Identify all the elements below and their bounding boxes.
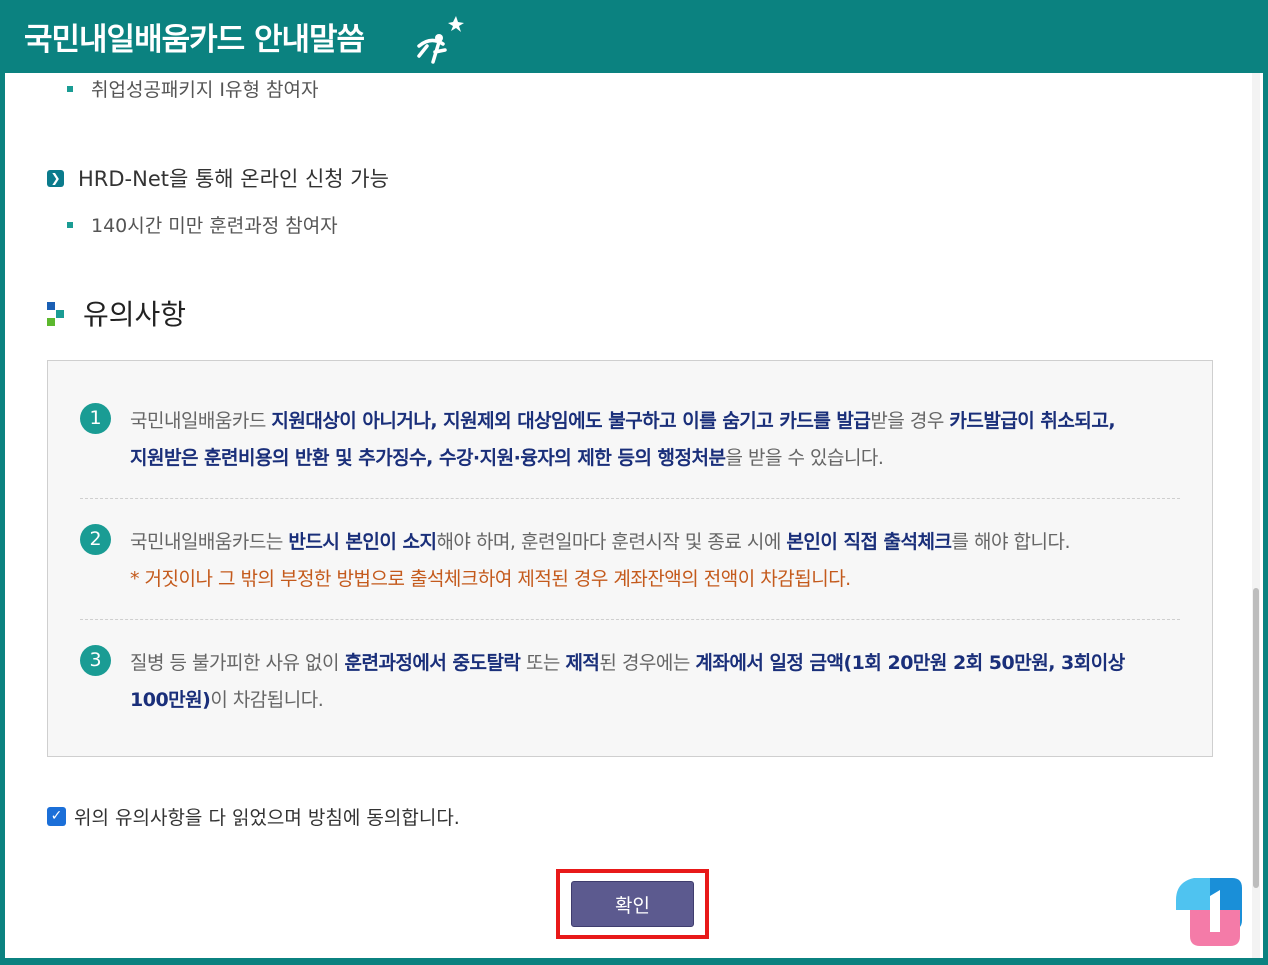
dialog-header: 국민내일배움카드 안내말씀 — [0, 0, 1268, 73]
list-item: 140시간 미만 훈련과정 참여자 — [67, 211, 338, 238]
dialog-title: 국민내일배움카드 안내말씀 — [24, 22, 365, 58]
section-title: 유의사항 — [47, 293, 186, 333]
list-item: 취업성공패키지 Ⅰ유형 참여자 — [67, 75, 318, 102]
plain-text: 을 받을 수 있습니다. — [725, 447, 884, 469]
agree-checkbox[interactable]: ✓ — [47, 807, 66, 826]
plain-text: 국민내일배움카드는 — [130, 531, 289, 553]
number-badge: 3 — [80, 645, 111, 676]
number-badge: 2 — [80, 524, 111, 555]
running-figure-icon — [417, 16, 464, 64]
divider — [80, 498, 1180, 499]
plain-text: 국민내일배움카드 — [130, 410, 272, 432]
scrollbar[interactable] — [1252, 73, 1260, 958]
emphasis-text: 카드발급이 취소되고, — [949, 410, 1116, 432]
notice-line: 질병 등 불가피한 사유 없이 훈련과정에서 중도탈락 또는 제적된 경우에는 … — [130, 645, 1190, 682]
confirm-button[interactable]: 확인 — [571, 881, 694, 927]
plain-text: 이 차감됩니다. — [210, 689, 324, 711]
divider — [80, 619, 1180, 620]
dialog-content: 취업성공패키지 Ⅰ유형 참여자 ❯ HRD-Net을 통해 온라인 신청 가능 1… — [5, 73, 1263, 958]
notice-line: 100만원)이 차감됩니다. — [130, 682, 1190, 719]
plain-text: 를 해야 합니다. — [951, 531, 1070, 553]
arrow-right-icon: ❯ — [47, 169, 64, 187]
plain-text: 또는 — [520, 652, 566, 674]
notice-line: 국민내일배움카드는 반드시 본인이 소지해야 하며, 훈련일마다 훈련시작 및 … — [130, 524, 1190, 561]
notice-line: 지원받은 훈련비용의 반환 및 추가징수, 수강·지원·융자의 제한 등의 행정… — [130, 440, 1190, 477]
plain-text: 질병 등 불가피한 사유 없이 — [130, 652, 345, 674]
bullet-square-icon — [67, 221, 73, 228]
scroll-thumb[interactable] — [1253, 588, 1259, 888]
dialog-bottom-border — [0, 958, 1268, 965]
emphasis-text: 100만원) — [130, 689, 211, 711]
agree-label: 위의 유의사항을 다 읽었으며 방침에 동의합니다. — [74, 807, 460, 829]
notice-box: 1 국민내일배움카드 지원대상이 아니거나, 지원제외 대상임에도 불구하고 이… — [47, 360, 1213, 757]
warning-text: * 거짓이나 그 밖의 부정한 방법으로 출석체크하여 제적된 경우 계좌잔액의… — [130, 568, 851, 590]
emphasis-text: 훈련과정에서 중도탈락 — [344, 652, 521, 674]
highlight-frame: 확인 — [556, 869, 709, 939]
online-apply-heading: ❯ HRD-Net을 통해 온라인 신청 가능 — [47, 163, 389, 193]
emphasis-text: 제적 — [565, 652, 600, 674]
plain-text: 받을 경우 — [870, 410, 950, 432]
agree-checkbox-row[interactable]: ✓ 위의 유의사항을 다 읽었으며 방침에 동의합니다. — [47, 803, 460, 830]
number-badge: 1 — [80, 403, 111, 434]
emphasis-text: 지원받은 훈련비용의 반환 및 추가징수, 수강·지원·융자의 제한 등의 행정… — [130, 447, 726, 469]
bullet-square-icon — [67, 85, 73, 92]
app-logo-icon — [1176, 878, 1242, 946]
plain-text: 해야 하며, 훈련일마다 훈련시작 및 종료 시에 — [436, 531, 787, 553]
section-blocks-icon — [47, 300, 67, 328]
emphasis-text: 계좌에서 일정 금액(1회 20만원 2회 50만원, 3회이상 — [695, 652, 1125, 674]
emphasis-text: 반드시 본인이 소지 — [288, 531, 437, 553]
plain-text: 된 경우에는 — [599, 652, 696, 674]
emphasis-text: 본인이 직접 출석체크 — [786, 531, 952, 553]
emphasis-text: 지원대상이 아니거나, 지원제외 대상임에도 불구하고 이를 숨기고 카드를 발… — [271, 410, 871, 432]
notice-line: 국민내일배움카드 지원대상이 아니거나, 지원제외 대상임에도 불구하고 이를 … — [130, 403, 1190, 440]
